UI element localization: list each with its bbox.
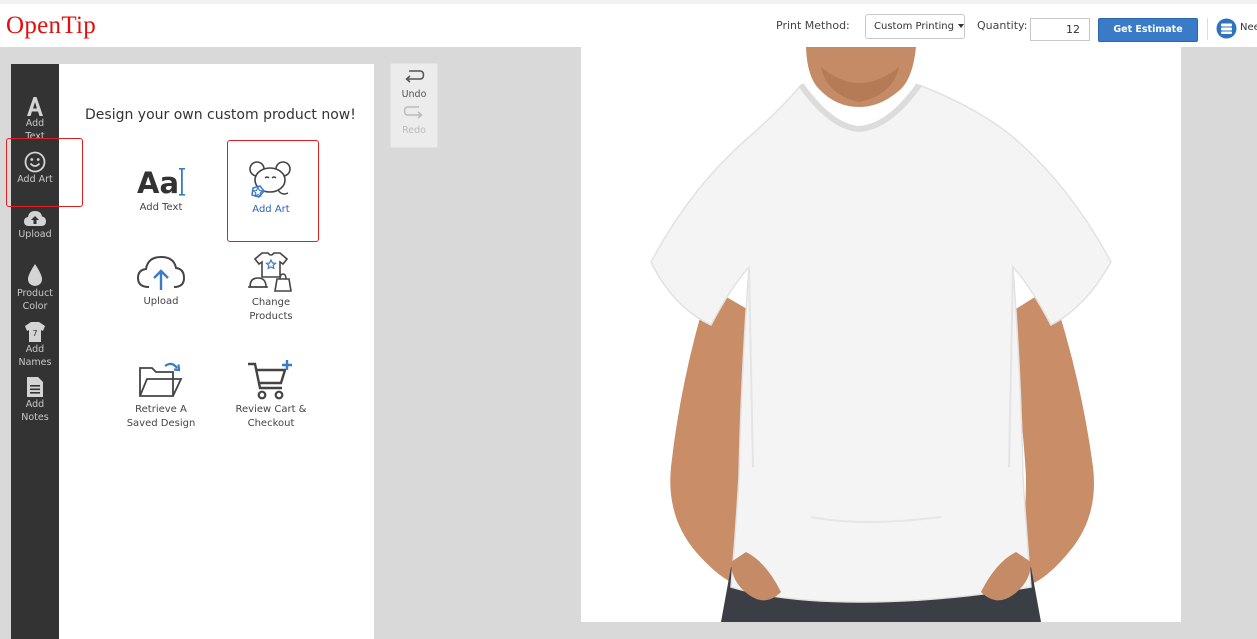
tshirt-model-image (650, 47, 1112, 622)
help-label[interactable]: Nee (1240, 22, 1257, 33)
sidebar-item-upload[interactable]: Upload (11, 209, 59, 241)
header-divider (1207, 18, 1208, 40)
cloud-upload-icon (136, 255, 186, 290)
print-method-label: Print Method: (776, 19, 850, 32)
quantity-input[interactable] (1030, 18, 1090, 41)
sidebar-label: Add (25, 118, 45, 129)
option-label: Add Text (139, 202, 183, 213)
top-header: OpenTip Print Method: Custom Printing Qu… (0, 0, 1257, 57)
svg-text:7: 7 (32, 329, 37, 338)
caret-down-icon (957, 24, 964, 28)
products-icon (248, 252, 292, 292)
option-change-products[interactable]: Change Products (216, 251, 326, 324)
undo-redo-panel: Undo Redo (390, 63, 438, 148)
redo-icon (403, 106, 423, 119)
option-label: Checkout (247, 418, 295, 429)
option-review-cart[interactable]: Review Cart & Checkout (216, 358, 326, 431)
svg-text:Aa: Aa (137, 166, 179, 198)
option-label: Retrieve A (135, 404, 187, 415)
sidebar-label: Add (25, 344, 45, 355)
redo-button[interactable]: Redo (391, 103, 437, 136)
print-method-select[interactable]: Custom Printing (865, 14, 965, 39)
cloud-upload-icon (24, 211, 46, 226)
option-label: Review Cart & (235, 404, 307, 415)
folder-icon (139, 362, 183, 397)
cart-add-icon (248, 360, 292, 400)
option-retrieve-design[interactable]: Retrieve A Saved Design (106, 360, 216, 431)
product-preview[interactable] (581, 47, 1181, 622)
sidebar-item-product-color[interactable]: Product Color (11, 263, 59, 313)
highlight-box-sidebar-add-art (6, 138, 83, 207)
print-method-value: Custom Printing (874, 21, 954, 32)
undo-icon (405, 70, 425, 83)
highlight-box-option-add-art (227, 140, 319, 242)
sidebar-label: Add (25, 399, 45, 410)
sidebar-item-add-notes[interactable]: Add Notes (11, 376, 59, 424)
text-aa-icon: Aa (137, 166, 185, 198)
option-label: Upload (143, 296, 179, 307)
get-estimate-button[interactable]: Get Estimate Price (1098, 18, 1198, 57)
color-drop-icon (27, 264, 43, 286)
help-chat-icon[interactable] (1216, 18, 1237, 39)
option-label: Change (251, 297, 291, 308)
sidebar-label: Product (16, 288, 54, 299)
note-icon (27, 377, 43, 397)
quantity-label: Quantity: (977, 19, 1028, 32)
redo-label: Redo (402, 125, 426, 136)
design-panel: Design your own custom product now! Aa A… (59, 64, 374, 639)
sidebar-label: Upload (18, 229, 52, 240)
sidebar-label: Color (22, 301, 48, 312)
undo-label: Undo (401, 89, 427, 100)
undo-button[interactable]: Undo (391, 67, 437, 100)
option-add-text[interactable]: Aa Add Text (106, 164, 216, 215)
logo[interactable]: OpenTip (6, 12, 96, 40)
option-label: Products (249, 311, 293, 322)
sidebar-item-add-names[interactable]: 7 Add Names (11, 321, 59, 369)
option-label: Saved Design (126, 418, 196, 429)
jersey-icon: 7 (25, 322, 45, 342)
sidebar-label: Notes (21, 412, 49, 423)
sidebar-item-add-text[interactable]: Add Text (11, 95, 59, 143)
sidebar-label: Names (18, 357, 52, 368)
letter-a-icon (27, 97, 43, 116)
option-upload[interactable]: Upload (106, 254, 216, 309)
panel-title: Design your own custom product now! (85, 107, 356, 123)
